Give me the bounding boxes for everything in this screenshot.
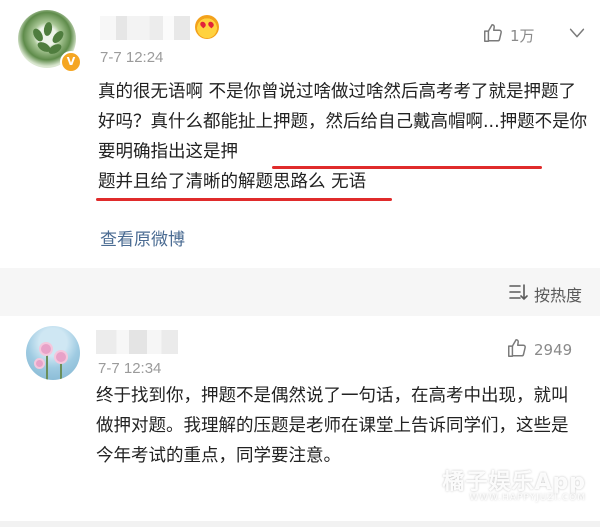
watermark-title: 橘子娱乐App [442, 470, 586, 495]
sort-label: 按热度 [533, 286, 582, 305]
bottom-divider [0, 521, 600, 527]
comment-item: 7-7 12:34 2949 终于找到你，押题不是偶然说了一句话，在高考中出现，… [0, 316, 600, 527]
chevron-down-icon [566, 28, 588, 48]
post-text-tail: 无语 [325, 172, 367, 192]
post-like-count: 1万 [510, 26, 535, 45]
thumbs-up-icon [506, 337, 528, 363]
comment-timestamp: 7-7 12:34 [98, 360, 162, 377]
commenter-name-redacted[interactable] [96, 330, 178, 354]
sort-by-popularity-button[interactable]: 按热度 [508, 282, 582, 306]
comment-text: 终于找到你，押题不是偶然说了一句话，在高考中出现，就叫做押对题。我理解的压题是老… [96, 386, 569, 466]
post-like-button[interactable]: 1万 [482, 22, 535, 48]
commenter-avatar[interactable] [26, 326, 80, 380]
sort-lines-icon [508, 283, 528, 305]
post-author-name-redacted[interactable] [100, 16, 190, 40]
view-original-link[interactable]: 查看原微博 [100, 225, 185, 250]
underlined-text-2: 题并且给了清晰的解题思路么 [98, 172, 326, 192]
thumbs-up-icon [482, 22, 504, 48]
post-timestamp: 7-7 12:24 [100, 49, 164, 66]
heart-eyes-emoji-icon [195, 15, 219, 39]
red-underline-2 [96, 198, 392, 201]
original-post: V 7-7 12:24 1万 真的很无语啊 不是你曾说过啥做过啥然后高考考了就是… [0, 0, 600, 268]
sort-bar: 按热度 [0, 268, 600, 316]
post-text: 真的很无语啊 不是你曾说过啥做过啥然后高考考了就是押题了好吗？真什么都能扯上押题… [98, 77, 588, 197]
comment-like-count: 2949 [534, 341, 573, 359]
watermark: 橘子娱乐App WWW.HAPPYJUZI.COM [442, 464, 586, 503]
red-underline-1 [272, 166, 542, 169]
verified-badge: V [60, 51, 82, 73]
comment-like-button[interactable]: 2949 [506, 337, 572, 363]
more-options-button[interactable] [566, 22, 588, 48]
